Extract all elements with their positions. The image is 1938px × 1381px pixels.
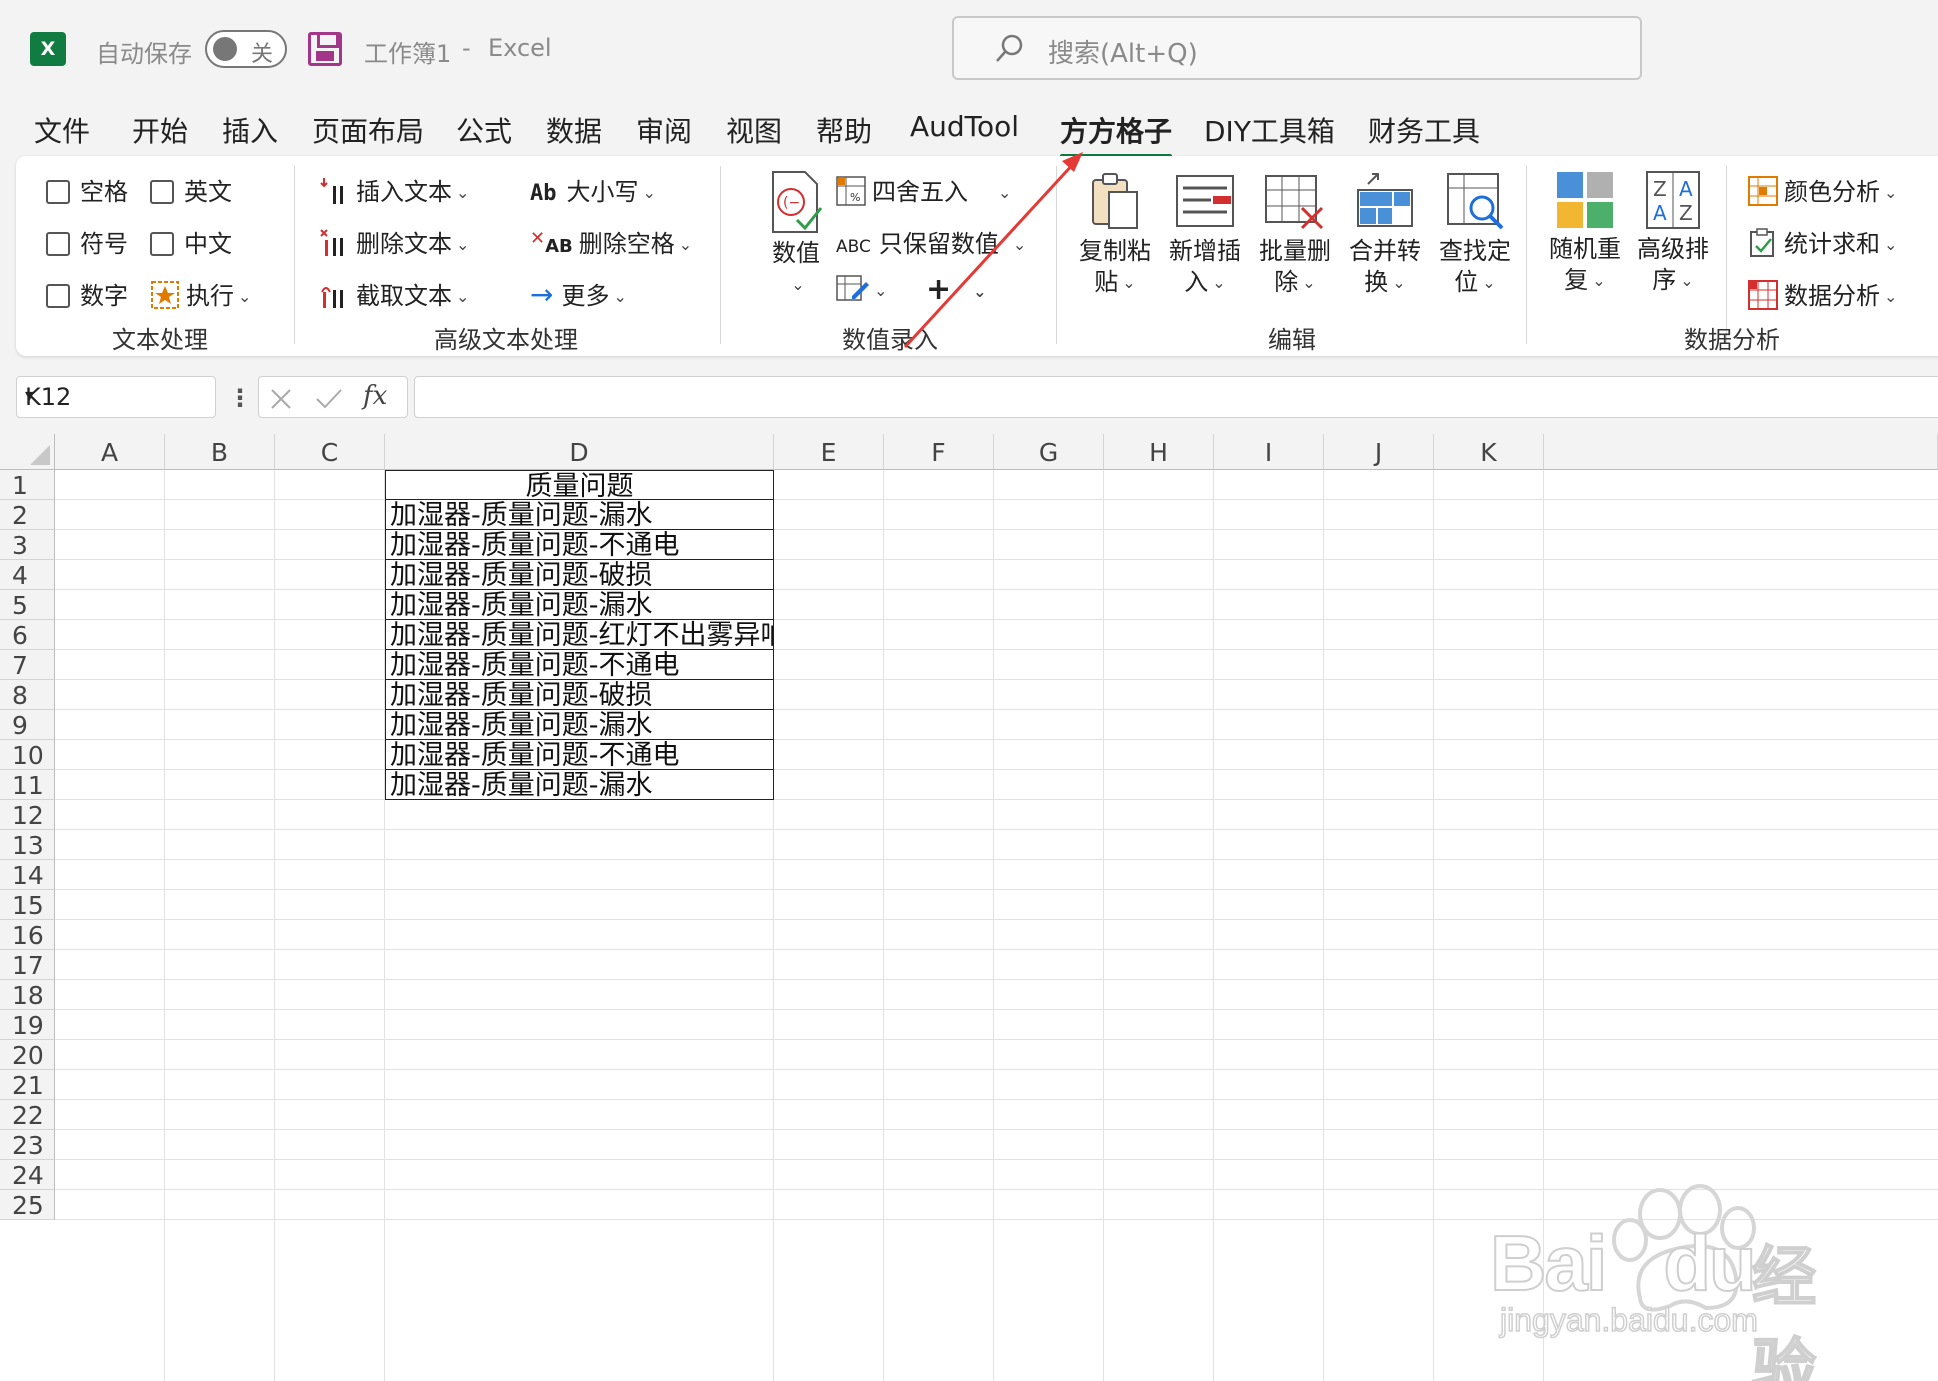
- annotation-arrow: [903, 152, 1083, 349]
- arrow-line: [903, 160, 1077, 349]
- excel-window: X 自动保存 关 工作簿1 - Excel 搜索(Alt+Q) 文件 开始 插入…: [0, 0, 1938, 1381]
- arrow-head-icon: [1062, 152, 1083, 172]
